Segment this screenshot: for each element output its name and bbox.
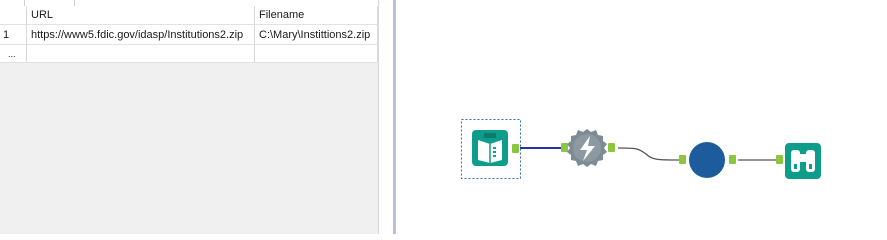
panel-splitter-gap xyxy=(379,0,394,234)
row-number-header xyxy=(0,6,27,25)
new-row-url-cell[interactable] xyxy=(26,44,255,63)
workflow-canvas[interactable] xyxy=(396,0,887,234)
new-row-marker[interactable]: ... xyxy=(0,44,27,63)
download-tool[interactable] xyxy=(561,129,615,167)
input-grid-panel: URL Filename 1 https://www5.fdic.gov/ida… xyxy=(0,0,379,234)
new-row-filename-cell[interactable] xyxy=(254,44,378,63)
output-anchor[interactable] xyxy=(729,155,736,164)
url-cell[interactable]: https://www5.fdic.gov/idasp/Institutions… xyxy=(26,24,255,45)
input-anchor[interactable] xyxy=(561,143,568,152)
data-grid[interactable]: URL Filename 1 https://www5.fdic.gov/ida… xyxy=(0,6,378,63)
output-anchor[interactable] xyxy=(512,144,519,153)
row-number[interactable]: 1 xyxy=(0,24,27,45)
output-anchor[interactable] xyxy=(608,143,615,152)
text-input-tool[interactable] xyxy=(461,119,521,179)
workflow-diagram xyxy=(461,119,821,179)
input-anchor[interactable] xyxy=(776,155,783,164)
filename-cell[interactable]: C:\Mary\Instittions2.zip xyxy=(254,24,378,45)
table-row[interactable]: 1 https://www5.fdic.gov/idasp/Institutio… xyxy=(0,24,378,45)
column-header-url[interactable]: URL xyxy=(26,6,255,25)
new-row[interactable]: ... xyxy=(0,44,378,63)
column-header-filename[interactable]: Filename xyxy=(254,6,378,25)
formula-icon xyxy=(689,142,725,178)
grid-header-row: URL Filename xyxy=(0,6,378,25)
formula-tool[interactable] xyxy=(679,142,736,178)
connection-download-to-formula[interactable] xyxy=(617,147,680,161)
input-anchor[interactable] xyxy=(679,155,686,164)
browse-tool[interactable] xyxy=(776,143,821,179)
